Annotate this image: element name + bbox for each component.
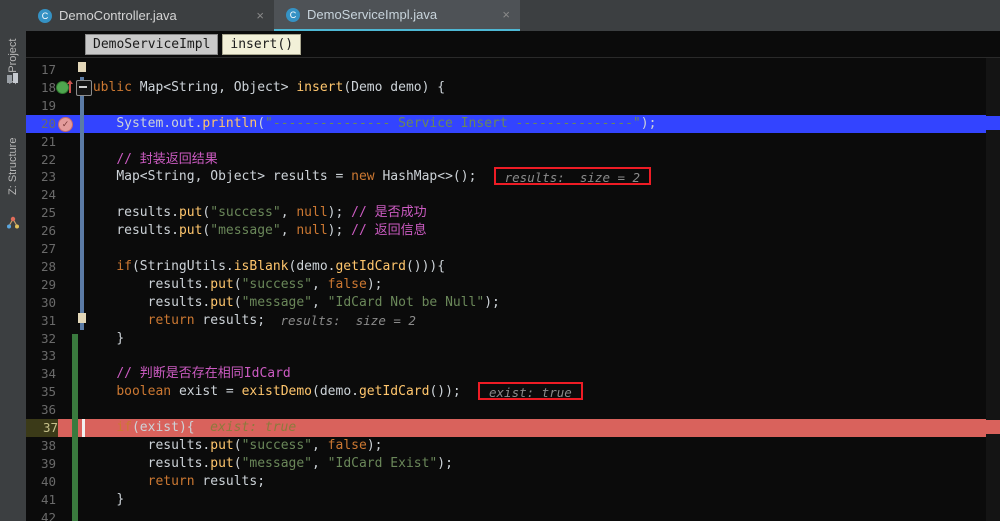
code-line: return results; [147,312,266,328]
line-number: 30 [40,294,56,310]
inline-debug-hint-boxed[interactable]: results: size = 2 [493,167,652,186]
code-line: results.put("success", null); // 是否成功 [116,205,427,221]
code-editor[interactable]: 17 18 public Map<String, Object> insert(De… [26,58,1000,521]
breadcrumb: DemoServiceImpl insert() [26,31,1000,58]
line-number: 38 [40,437,56,453]
line-number: 35 [40,384,56,400]
code-line: results.put("message", "IdCard Exist"); [147,455,453,471]
line-number: 18 [40,79,56,95]
line-number: 28 [40,258,56,274]
vcs-change-marker[interactable] [72,333,78,521]
line-number: 39 [40,455,56,471]
marker-selected-line[interactable] [986,115,1000,130]
project-icon [6,70,20,84]
code-line: return results; [147,473,266,489]
line-number: 25 [40,205,56,221]
code-line: // 封装返回结果 [116,151,218,167]
code-line: } [116,491,125,507]
code-line: results.put("success", false); [147,276,383,292]
tab-democontroller[interactable]: C DemoController.java × [26,0,274,31]
tab-demoserviceimpl[interactable]: C DemoServiceImpl.java × [274,0,520,31]
folding-region-cap [78,62,86,72]
line-number: 42 [40,509,56,521]
inline-debug-hint[interactable]: results: size = 2 [281,312,416,330]
sidebar-item-structure-label: Z: Structure [7,137,19,195]
fold-collapse-icon[interactable] [76,79,92,96]
line-number: 22 [40,151,56,167]
line-number: 29 [40,276,56,292]
breadcrumb-method[interactable]: insert() [222,34,302,55]
code-folding-region-bar[interactable] [80,76,84,330]
code-line: System.out.println("--------------- Serv… [116,115,657,131]
line-number: 17 [40,62,56,77]
code-line: if(exist){ [116,420,195,435]
folding-region-cap [78,312,86,323]
structure-icon [6,215,20,229]
line-number: 41 [40,491,56,507]
inline-debug-hint-boxed[interactable]: exist: true [478,382,583,401]
java-class-icon: C [286,7,300,22]
editor-tab-bar: C DemoController.java × C DemoServiceImp… [26,0,1000,31]
inline-debug-hint[interactable]: exist: true [210,419,296,437]
code-line: if(StringUtils.isBlank(demo.getIdCard())… [116,258,446,274]
java-class-icon: C [38,8,52,23]
close-icon[interactable]: × [250,8,264,23]
close-icon[interactable]: × [496,7,510,22]
line-number: 27 [40,241,56,256]
code-line: results.put("success", false); [147,437,383,453]
line-number: 21 [40,133,56,149]
code-line: // 判断是否存在相同IdCard [116,366,291,382]
line-number: 40 [40,473,56,489]
breakpoint-verified-icon[interactable]: ✓ [58,116,73,132]
sidebar-item-structure[interactable]: Z: Structure [7,117,19,195]
left-tool-window-bar: 1: Project Z: Structure [0,0,27,521]
breadcrumb-class[interactable]: DemoServiceImpl [85,34,219,55]
code-line: } [116,330,125,346]
marker-execution-line[interactable] [986,420,1000,434]
line-number: 19 [40,97,56,113]
line-number: 34 [40,366,56,382]
tab-label: DemoController.java [59,8,177,23]
marker-stripe[interactable] [986,58,1000,521]
line-number: 32 [40,330,56,346]
tab-label: DemoServiceImpl.java [307,7,438,22]
line-number: 26 [40,223,56,239]
code-line: results.put("message", null); // 返回信息 [116,223,427,239]
ide-window: 1: Project Z: Structure C DemoController… [0,0,1000,521]
line-number: 31 [40,312,56,328]
code-line: boolean exist = existDemo(demo.getIdCard… [116,384,461,400]
code-line: results.put("message", "IdCard Not be Nu… [147,294,500,310]
code-line: public Map<String, Object> insert(Demo d… [85,79,446,95]
line-number: 20 [40,115,56,131]
line-number: 36 [40,402,56,418]
line-number: 23 [40,169,56,185]
line-number: 33 [40,348,56,364]
code-line: Map<String, Object> results = new HashMa… [116,169,477,185]
line-number: 37 [26,419,58,437]
line-number: 24 [40,187,56,203]
